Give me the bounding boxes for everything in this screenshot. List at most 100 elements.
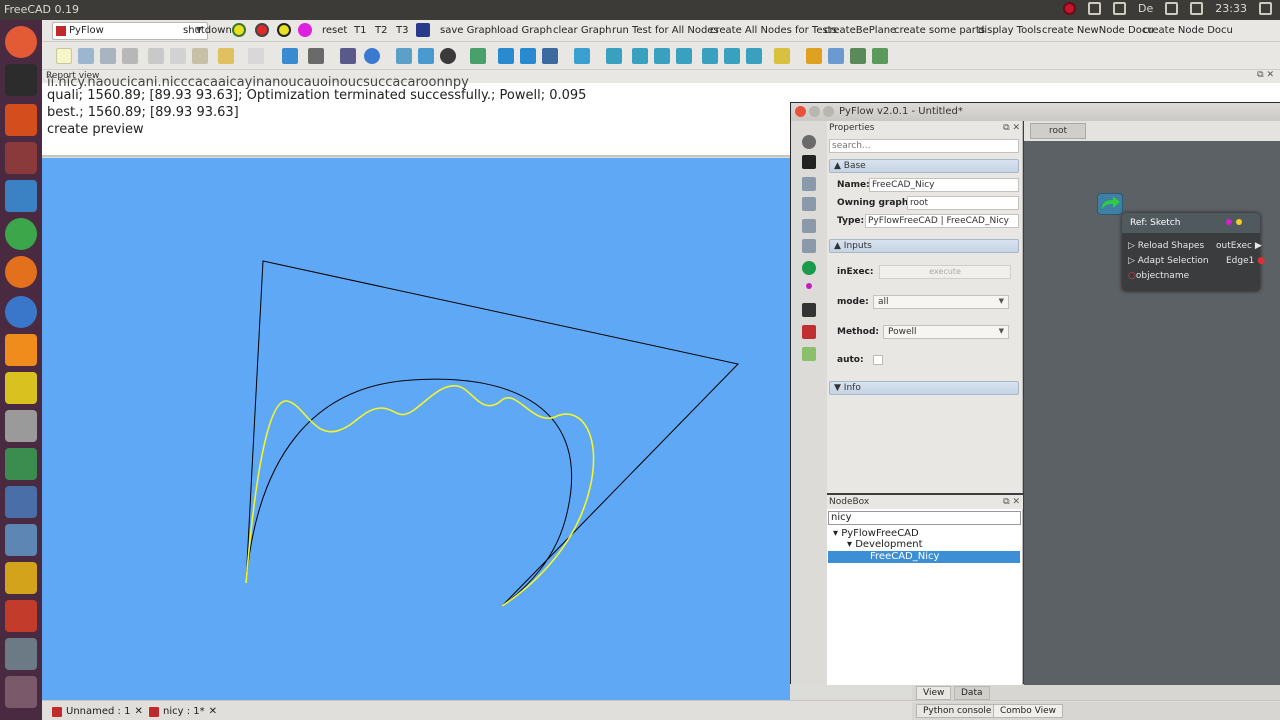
save-graph-button[interactable]: save Graph bbox=[440, 25, 497, 36]
terminal-icon[interactable] bbox=[5, 64, 37, 96]
mail-icon[interactable] bbox=[1165, 2, 1179, 15]
view-right-icon[interactable] bbox=[676, 48, 692, 64]
t2-button[interactable]: T2 bbox=[375, 25, 387, 36]
power-icon[interactable] bbox=[1259, 2, 1272, 15]
align-right-icon[interactable] bbox=[802, 197, 816, 211]
filezilla-icon[interactable] bbox=[5, 600, 37, 632]
refresh-icon[interactable] bbox=[282, 48, 298, 64]
tab-combo-view[interactable]: Combo View bbox=[993, 704, 1063, 718]
firefox-icon[interactable] bbox=[5, 256, 37, 288]
tree-item-freecad-nicy[interactable]: FreeCAD_Nicy bbox=[828, 551, 1020, 563]
app-icon-7[interactable] bbox=[5, 638, 37, 670]
reset-button[interactable]: reset bbox=[322, 25, 347, 36]
link-icon[interactable] bbox=[850, 48, 866, 64]
node-output-outexec[interactable]: outExec ▶ bbox=[1216, 241, 1262, 251]
auto-checkbox[interactable] bbox=[873, 355, 883, 365]
volume-icon[interactable] bbox=[1190, 2, 1204, 15]
doc-tab-nicy[interactable]: nicy : 1* ✕ bbox=[149, 704, 217, 719]
shutdown-button[interactable]: shutdown bbox=[183, 25, 232, 36]
t1-button[interactable]: T1 bbox=[354, 25, 366, 36]
macro-icon-5[interactable] bbox=[416, 23, 430, 37]
app-icon-2[interactable] bbox=[5, 372, 37, 404]
fit-selection-icon[interactable] bbox=[418, 48, 434, 64]
print-icon[interactable] bbox=[122, 48, 138, 64]
whats-this-icon[interactable] bbox=[308, 48, 324, 64]
node-input-objectname[interactable]: ○objectname bbox=[1128, 271, 1189, 281]
nodebox-search-input[interactable]: nicy bbox=[828, 511, 1021, 525]
run-test-button[interactable]: run Test for All Nodes bbox=[612, 25, 719, 36]
view-bottom-icon[interactable] bbox=[724, 48, 740, 64]
create-beplane-button[interactable]: createBePlane bbox=[824, 25, 896, 36]
properties-search-input[interactable] bbox=[829, 139, 1019, 153]
t3-button[interactable]: T3 bbox=[396, 25, 408, 36]
refresh-arrow-icon[interactable] bbox=[1097, 193, 1123, 215]
app-icon-3[interactable] bbox=[5, 448, 37, 480]
create-all-nodes-button[interactable]: create All Nodes for Tests bbox=[710, 25, 837, 36]
clock[interactable]: 23:33 bbox=[1215, 2, 1247, 15]
fit-all-icon[interactable] bbox=[396, 48, 412, 64]
info-section[interactable]: ▼ Info bbox=[829, 381, 1019, 395]
macro-icon-4[interactable] bbox=[298, 23, 312, 37]
node-output-edge1[interactable]: Edge1 ● bbox=[1226, 256, 1265, 266]
record-icon[interactable] bbox=[1063, 2, 1077, 15]
tab-view[interactable]: View bbox=[916, 686, 952, 700]
display-tools-button[interactable]: display Tools bbox=[978, 25, 1041, 36]
group-icon[interactable] bbox=[828, 48, 844, 64]
vlc-icon[interactable] bbox=[5, 334, 37, 366]
minimize-window-button[interactable] bbox=[809, 106, 820, 117]
macro-record-icon[interactable] bbox=[340, 48, 356, 64]
trash-icon[interactable] bbox=[5, 676, 37, 708]
macro-icon-2[interactable] bbox=[255, 23, 269, 37]
freecad-tool-icon[interactable] bbox=[802, 325, 816, 339]
view-iso-icon[interactable] bbox=[606, 48, 622, 64]
view-top-icon[interactable] bbox=[654, 48, 670, 64]
tab-data[interactable]: Data bbox=[954, 686, 990, 700]
chromium-icon[interactable] bbox=[5, 296, 37, 328]
settings-icon[interactable] bbox=[1088, 2, 1102, 15]
tab-root[interactable]: root bbox=[1030, 123, 1086, 139]
view-rear-icon[interactable] bbox=[702, 48, 718, 64]
dot-icon[interactable] bbox=[806, 283, 812, 289]
mode-select[interactable]: all ▼ bbox=[873, 295, 1009, 309]
draw-style-icon[interactable] bbox=[440, 48, 456, 64]
create-newnode-docu-button[interactable]: create NewNode Docu bbox=[1042, 25, 1154, 36]
zoom-icon[interactable] bbox=[574, 48, 590, 64]
plugin-icon[interactable] bbox=[802, 303, 816, 317]
close-icon[interactable]: ✕ bbox=[209, 706, 217, 717]
freecad-icon[interactable] bbox=[5, 104, 37, 136]
doc-tab-unnamed[interactable]: Unnamed : 1 ✕ bbox=[52, 704, 143, 719]
create-node-docu-button[interactable]: create Node Docu bbox=[1143, 25, 1233, 36]
app-icon-4[interactable] bbox=[5, 486, 37, 518]
measure-icon[interactable] bbox=[774, 48, 790, 64]
graph-canvas[interactable]: root Ref: Sketch ▷ Reload Shapes ▷ Adapt… bbox=[1024, 121, 1280, 685]
app-icon-5[interactable] bbox=[5, 524, 37, 556]
close-icon[interactable]: ✕ bbox=[134, 706, 142, 717]
method-select[interactable]: Powell ▼ bbox=[883, 325, 1009, 339]
macro-icon-1[interactable] bbox=[232, 23, 246, 37]
run-icon[interactable] bbox=[802, 261, 816, 275]
link-actions-icon[interactable] bbox=[872, 48, 888, 64]
redo-icon[interactable] bbox=[248, 48, 264, 64]
owning-graph-field[interactable]: root bbox=[907, 196, 1019, 210]
align-left-icon[interactable] bbox=[802, 177, 816, 191]
align-bottom-icon[interactable] bbox=[802, 239, 816, 253]
open-file-icon[interactable] bbox=[78, 48, 94, 64]
save-icon[interactable] bbox=[100, 48, 116, 64]
node-input-reload-shapes[interactable]: ▷ Reload Shapes bbox=[1128, 241, 1204, 251]
create-parts-button[interactable]: create some parts bbox=[894, 25, 985, 36]
view-left-icon[interactable] bbox=[746, 48, 762, 64]
dock-buttons[interactable]: ⧉ ✕ bbox=[1003, 123, 1020, 133]
part-icon[interactable] bbox=[806, 48, 822, 64]
tree-item-development[interactable]: ▾ Development bbox=[847, 539, 923, 550]
close-window-button[interactable] bbox=[795, 106, 806, 117]
3d-view[interactable] bbox=[42, 158, 790, 700]
maximize-window-button[interactable] bbox=[823, 106, 834, 117]
bounding-box-icon[interactable] bbox=[470, 48, 486, 64]
base-section[interactable]: ▲ Base bbox=[829, 159, 1019, 173]
type-field[interactable]: PyFlowFreeCAD | FreeCAD_Nicy bbox=[865, 214, 1019, 228]
camera-icon[interactable] bbox=[802, 155, 816, 169]
dock-buttons[interactable]: ⧉ ✕ bbox=[1257, 70, 1274, 80]
view-front-icon[interactable] bbox=[632, 48, 648, 64]
inputs-section[interactable]: ▲ Inputs bbox=[829, 239, 1019, 253]
undo-icon[interactable] bbox=[218, 48, 234, 64]
